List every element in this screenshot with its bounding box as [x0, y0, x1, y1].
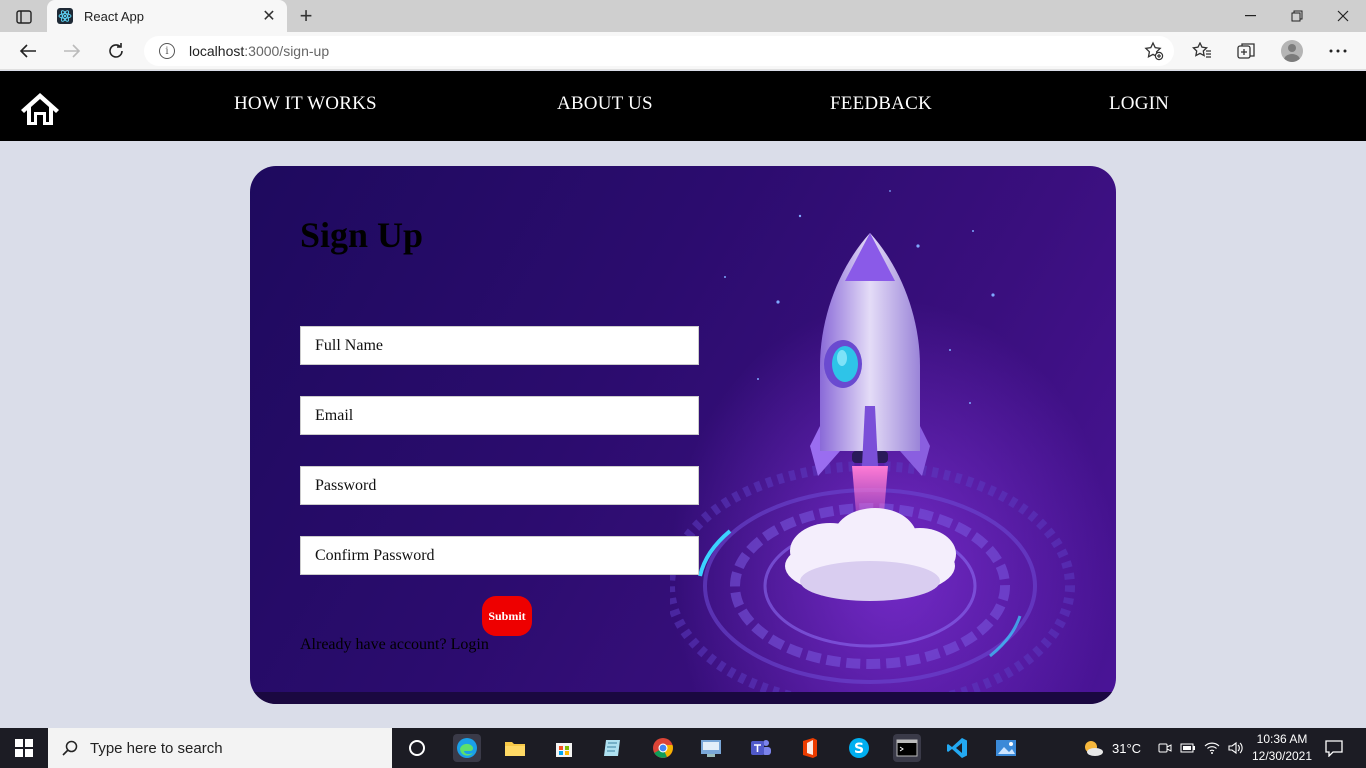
browser-tab-bar: React App ✕ +	[0, 0, 1366, 32]
nav-about-us[interactable]: ABOUT US	[557, 93, 653, 115]
email-field[interactable]	[300, 396, 699, 435]
url-text: localhost:3000/sign-up	[189, 43, 330, 59]
notifications-icon[interactable]	[1320, 734, 1348, 762]
minimize-icon[interactable]	[1228, 0, 1274, 32]
react-favicon-icon	[57, 8, 73, 24]
vscode-icon[interactable]	[943, 734, 971, 762]
volume-icon[interactable]	[1228, 741, 1244, 755]
page-title: Sign Up	[300, 215, 424, 255]
taskbar-search-input[interactable]: Type here to search	[48, 728, 392, 768]
windows-start-icon[interactable]	[0, 728, 48, 768]
file-explorer-icon[interactable]	[501, 734, 529, 762]
edge-icon[interactable]	[453, 734, 481, 762]
search-placeholder: Type here to search	[90, 739, 223, 757]
url-input[interactable]: i localhost:3000/sign-up	[144, 36, 1174, 66]
tab-title: React App	[84, 8, 144, 24]
windows-taskbar: Type here to search S 31°C 10:36 AM 12/3…	[0, 728, 1366, 768]
window-close-icon[interactable]	[1320, 0, 1366, 32]
battery-icon[interactable]	[1180, 742, 1196, 754]
favorites-icon[interactable]	[1187, 36, 1217, 66]
terminal-icon[interactable]	[893, 734, 921, 762]
clock-time: 10:36 AM	[1256, 732, 1308, 746]
wifi-icon[interactable]	[1204, 741, 1220, 755]
taskbar-clock[interactable]: 10:36 AM 12/30/2021	[1250, 731, 1314, 765]
forward-icon[interactable]	[57, 36, 87, 66]
rocket-illustration	[670, 166, 1116, 704]
tab-close-icon[interactable]: ✕	[259, 6, 279, 26]
restore-icon[interactable]	[1274, 0, 1320, 32]
cortana-icon[interactable]	[403, 734, 431, 762]
office-icon[interactable]	[796, 734, 824, 762]
photos-icon[interactable]	[992, 734, 1020, 762]
weather-widget[interactable]: 31°C	[1082, 728, 1141, 768]
nav-feedback[interactable]: FEEDBACK	[830, 93, 932, 115]
store-icon[interactable]	[550, 734, 578, 762]
clock-date: 12/30/2021	[1251, 749, 1313, 763]
weather-temp: 31°C	[1112, 740, 1142, 756]
login-prompt-text: Already have account?	[300, 636, 447, 653]
skype-icon[interactable]: S	[845, 734, 873, 762]
meet-now-icon[interactable]	[1158, 741, 1172, 755]
home-icon[interactable]	[20, 91, 60, 127]
control-panel-icon[interactable]	[697, 734, 725, 762]
nav-how-it-works[interactable]: HOW IT WORKS	[234, 93, 377, 115]
signup-card: Sign Up Submit Already have account? Log…	[250, 166, 1116, 704]
notes-app-icon[interactable]	[599, 734, 627, 762]
password-field[interactable]	[300, 466, 699, 505]
refresh-icon[interactable]	[101, 36, 131, 66]
svg-text:S: S	[854, 741, 864, 757]
browser-tab[interactable]: React App ✕	[47, 0, 287, 32]
add-favorite-icon[interactable]	[1144, 41, 1164, 66]
confirm-password-field[interactable]	[300, 536, 699, 575]
login-link[interactable]: Login	[451, 636, 489, 653]
teams-icon[interactable]	[747, 734, 775, 762]
card-bottom-strip	[250, 692, 1116, 704]
browser-address-bar: i localhost:3000/sign-up	[0, 32, 1366, 70]
login-prompt: Already have account? Login	[300, 636, 489, 654]
site-info-icon[interactable]: i	[159, 43, 175, 59]
submit-button[interactable]: Submit	[482, 596, 532, 636]
tab-actions-icon[interactable]	[10, 7, 38, 27]
chrome-icon[interactable]	[649, 734, 677, 762]
new-tab-icon[interactable]: +	[294, 3, 318, 28]
weather-icon	[1082, 739, 1104, 757]
back-icon[interactable]	[13, 36, 43, 66]
search-icon	[62, 740, 78, 756]
more-options-icon[interactable]	[1323, 36, 1353, 66]
system-tray[interactable]	[1158, 728, 1244, 768]
collections-icon[interactable]	[1231, 36, 1261, 66]
nav-login[interactable]: LOGIN	[1109, 93, 1169, 115]
site-navbar: HOW IT WORKS ABOUT US FEEDBACK LOGIN	[0, 71, 1366, 141]
full-name-field[interactable]	[300, 326, 699, 365]
profile-avatar[interactable]	[1277, 36, 1307, 66]
